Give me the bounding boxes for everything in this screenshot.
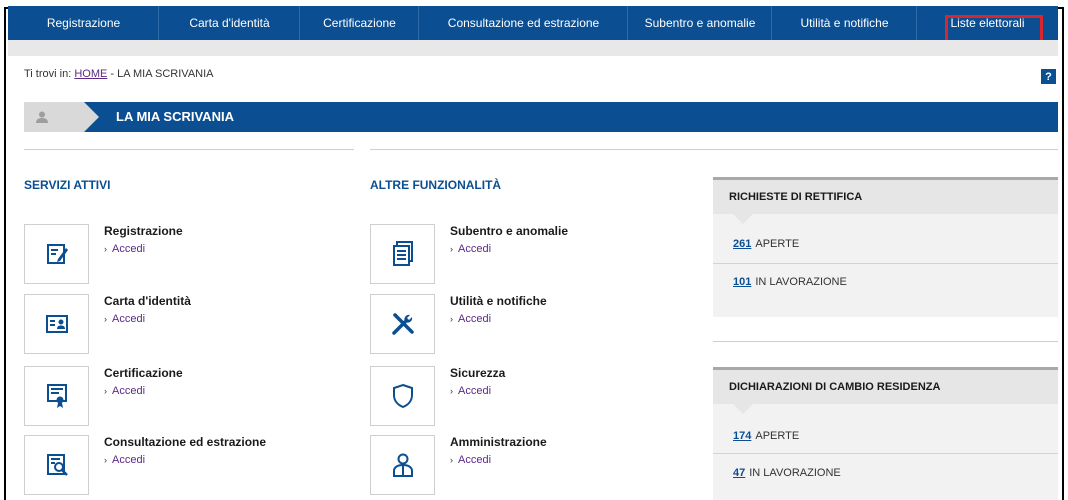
service-name: Carta d'identità [104,294,191,308]
divider-right [370,149,1058,150]
service-name: Consultazione ed estrazione [104,435,267,449]
nav-certificazione[interactable]: Certificazione [300,6,419,40]
chevron-right-icon: › [450,386,453,396]
richieste-title: RICHIESTE DI RETTIFICA [729,191,863,203]
sicurezza-tile[interactable] [370,366,435,426]
feature-name: Amministrazione [450,435,547,449]
subentro-tile[interactable] [370,224,435,284]
breadcrumb: Ti trovi in: HOME - LA MIA SCRIVANIA [24,68,214,80]
nav-registrazione[interactable]: Registrazione [8,6,159,40]
chevron-right-icon: › [450,455,453,465]
chevron-right-icon: › [450,244,453,254]
accedi-link[interactable]: › Accedi [450,454,491,466]
row-label: APERTE [755,238,800,250]
panel-divider [713,341,1058,342]
breadcrumb-current: LA MIA SCRIVANIA [117,68,214,80]
nav-carta-identita[interactable]: Carta d'identità [159,6,300,40]
accedi-label: Accedi [112,385,146,397]
richieste-header: RICHIESTE DI RETTIFICA [713,177,1058,214]
tools-icon [391,313,414,335]
documents-icon [392,241,413,266]
richieste-lavorazione-row: 101 IN LAVORAZIONE [733,276,847,288]
accedi-label: Accedi [458,243,492,255]
feature-name: Sicurezza [450,366,506,380]
richieste-panel: RICHIESTE DI RETTIFICA 261 APERTE 101 IN L… [713,177,1058,317]
dichiarazioni-aperte-row: 174 APERTE [733,430,799,442]
row-separator [713,263,1058,264]
admin-user-icon [392,453,413,477]
row-label: IN LAVORAZIONE [749,467,841,479]
accedi-link[interactable]: › Accedi [450,385,491,397]
amministrazione-tile[interactable] [370,435,435,495]
accedi-link[interactable]: › Accedi [104,313,145,325]
row-label: APERTE [755,430,800,442]
accedi-link[interactable]: › Accedi [450,243,491,255]
dichiarazioni-header: DICHIARAZIONI DI CAMBIO RESIDENZA [713,367,1058,404]
dichiarazioni-lavorazione-row: 47 IN LAVORAZIONE [733,467,841,479]
help-button[interactable]: ? [1041,69,1056,84]
registrazione-tile[interactable] [24,224,89,284]
dichiarazioni-lavorazione-count-link[interactable]: 47 [733,467,745,479]
servizi-attivi-title: SERVIZI ATTIVI [24,178,111,192]
row-label: IN LAVORAZIONE [755,276,847,288]
nav-subentro[interactable]: Subentro e anomalie [628,6,772,40]
page-title-bar: LA MIA SCRIVANIA [24,102,1058,132]
header-notch [733,404,753,414]
certificate-icon [46,384,67,408]
certificazione-tile[interactable] [24,366,89,426]
nav-subbar [8,40,1058,56]
accedi-label: Accedi [112,454,146,466]
shield-icon [392,383,413,409]
carta-identita-tile[interactable] [24,294,89,354]
richieste-aperte-count-link[interactable]: 261 [733,238,751,250]
accedi-label: Accedi [458,313,492,325]
accedi-link[interactable]: › Accedi [450,313,491,325]
divider-left [24,149,354,150]
altre-funzionalita-title: ALTRE FUNZIONALITÀ [370,178,502,192]
chevron-right-icon: › [104,244,107,254]
accedi-label: Accedi [112,313,146,325]
nav-consultazione[interactable]: Consultazione ed estrazione [419,6,628,40]
feature-name: Subentro e anomalie [450,224,569,238]
chevron-right-icon: › [450,314,453,324]
nav-utilita[interactable]: Utilità e notifiche [772,6,917,40]
dichiarazioni-panel: DICHIARAZIONI DI CAMBIO RESIDENZA 174 APE… [713,367,1058,500]
consultazione-tile[interactable] [24,435,89,495]
page-title: LA MIA SCRIVANIA [116,109,234,124]
header-notch [733,214,753,224]
utilita-tile[interactable] [370,294,435,354]
service-name: Registrazione [104,224,183,238]
service-name: Certificazione [104,366,183,380]
richieste-aperte-row: 261 APERTE [733,238,799,250]
feature-name: Utilità e notifiche [450,294,547,308]
user-box [24,102,99,132]
user-icon [36,111,48,123]
dichiarazioni-title: DICHIARAZIONI DI CAMBIO RESIDENZA [729,381,941,393]
breadcrumb-separator: - [107,68,118,80]
breadcrumb-home-link[interactable]: HOME [74,68,107,80]
accedi-label: Accedi [458,385,492,397]
id-card-icon [45,315,68,333]
top-nav: Registrazione Carta d'identità Certifica… [8,6,1058,40]
edit-form-icon [46,244,68,264]
chevron-right-icon: › [104,455,107,465]
accedi-link[interactable]: › Accedi [104,454,145,466]
accedi-label: Accedi [458,454,492,466]
chevron-right-icon: › [104,386,107,396]
accedi-label: Accedi [112,243,146,255]
document-search-icon [46,454,68,476]
chevron-right-icon: › [104,314,107,324]
breadcrumb-prefix: Ti trovi in: [24,68,75,80]
accedi-link[interactable]: › Accedi [104,385,145,397]
dichiarazioni-aperte-count-link[interactable]: 174 [733,430,751,442]
accedi-link[interactable]: › Accedi [104,243,145,255]
row-separator [713,453,1058,454]
richieste-lavorazione-count-link[interactable]: 101 [733,276,751,288]
